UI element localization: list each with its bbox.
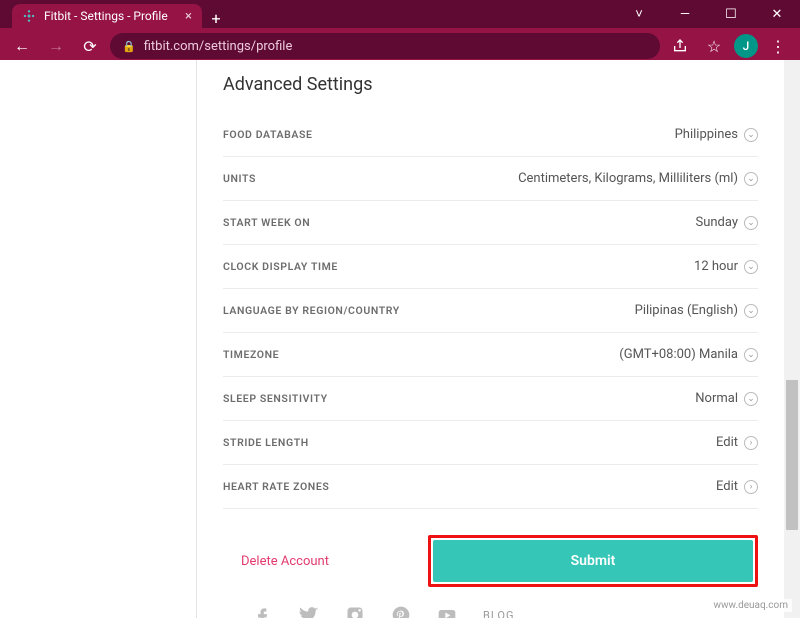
setting-row-heart-rate-zones[interactable]: HEART RATE ZONES Edit ›: [223, 465, 758, 509]
setting-label: LANGUAGE BY REGION/COUNTRY: [223, 304, 400, 317]
menu-icon[interactable]: ⋮: [764, 32, 792, 60]
scrollbar-thumb[interactable]: [786, 380, 798, 530]
setting-value: Edit: [716, 435, 738, 450]
window-maximize-button[interactable]: ☐: [708, 0, 754, 28]
setting-row-units[interactable]: UNITS Centimeters, Kilograms, Milliliter…: [223, 157, 758, 201]
setting-row-food-database[interactable]: FOOD DATABASE Philippines ⌄: [223, 113, 758, 157]
chevron-down-icon: ⌄: [744, 304, 758, 318]
setting-label: FOOD DATABASE: [223, 128, 313, 141]
submit-button[interactable]: Submit: [433, 540, 753, 582]
back-button[interactable]: ←: [8, 32, 36, 60]
setting-value: Philippines: [675, 127, 738, 142]
youtube-icon[interactable]: [437, 605, 457, 618]
setting-label: SLEEP SENSITIVITY: [223, 392, 328, 405]
page-viewport: Advanced Settings FOOD DATABASE Philippi…: [0, 60, 800, 618]
profile-avatar[interactable]: J: [734, 34, 758, 58]
setting-value: Centimeters, Kilograms, Milliliters (ml): [518, 171, 738, 186]
scrollbar[interactable]: [784, 60, 800, 618]
watermark: www.deuaq.com: [710, 599, 793, 612]
reload-button[interactable]: ⟳: [76, 32, 104, 60]
chevron-down-icon: ⌄: [744, 128, 758, 142]
section-heading: Advanced Settings: [223, 74, 758, 95]
tab-title: Fitbit - Settings - Profile: [44, 9, 168, 23]
setting-row-clock-display[interactable]: CLOCK DISPLAY TIME 12 hour ⌄: [223, 245, 758, 289]
chevron-down-icon: ⌄: [744, 172, 758, 186]
setting-row-stride-length[interactable]: STRIDE LENGTH Edit ›: [223, 421, 758, 465]
delete-account-link[interactable]: Delete Account: [223, 544, 347, 579]
setting-label: STRIDE LENGTH: [223, 436, 309, 449]
setting-label: HEART RATE ZONES: [223, 480, 329, 493]
facebook-icon[interactable]: [253, 605, 273, 618]
browser-toolbar: ← → ⟳ 🔒 fitbit.com/settings/profile ☆ J …: [0, 28, 800, 64]
setting-value: 12 hour: [694, 259, 738, 274]
pinterest-icon[interactable]: [391, 605, 411, 618]
lock-icon: 🔒: [122, 40, 136, 53]
setting-row-language[interactable]: LANGUAGE BY REGION/COUNTRY Pilipinas (En…: [223, 289, 758, 333]
setting-row-start-week[interactable]: START WEEK ON Sunday ⌄: [223, 201, 758, 245]
actions-row: Delete Account Submit: [223, 535, 758, 587]
share-icon[interactable]: [666, 32, 694, 60]
setting-label: TIMEZONE: [223, 348, 279, 361]
setting-row-sleep-sensitivity[interactable]: SLEEP SENSITIVITY Normal ⌄: [223, 377, 758, 421]
chevron-right-icon: ›: [744, 436, 758, 450]
chevron-down-icon: ⌄: [744, 260, 758, 274]
forward-button[interactable]: →: [42, 32, 70, 60]
new-tab-button[interactable]: +: [202, 4, 230, 32]
chevron-down-icon: ⌄: [744, 216, 758, 230]
setting-label: START WEEK ON: [223, 216, 310, 229]
blog-link[interactable]: BLOG: [483, 609, 515, 618]
social-footer: BLOG: [223, 587, 758, 618]
setting-row-timezone[interactable]: TIMEZONE (GMT+08:00) Manila ⌄: [223, 333, 758, 377]
setting-label: CLOCK DISPLAY TIME: [223, 260, 338, 273]
instagram-icon[interactable]: [345, 605, 365, 618]
address-bar[interactable]: 🔒 fitbit.com/settings/profile: [110, 33, 660, 59]
fitbit-favicon-icon: [22, 9, 36, 23]
setting-value: Pilipinas (English): [635, 303, 738, 318]
submit-highlight: Submit: [428, 535, 758, 587]
window-minimize-button[interactable]: —: [662, 0, 708, 28]
url-text: fitbit.com/settings/profile: [144, 39, 293, 54]
setting-value: (GMT+08:00) Manila: [619, 347, 738, 362]
bookmark-icon[interactable]: ☆: [700, 32, 728, 60]
tab-close-icon[interactable]: ×: [185, 9, 192, 24]
browser-tab[interactable]: Fitbit - Settings - Profile ×: [12, 4, 202, 28]
setting-value: Sunday: [695, 215, 738, 230]
chevron-right-icon: ›: [744, 480, 758, 494]
setting-value: Edit: [716, 479, 738, 494]
window-close-button[interactable]: ✕: [754, 0, 800, 28]
chevron-down-icon: ⌄: [744, 348, 758, 362]
settings-panel: Advanced Settings FOOD DATABASE Philippi…: [197, 60, 784, 618]
setting-label: UNITS: [223, 172, 256, 185]
window-dropdown-icon[interactable]: ˅: [616, 0, 662, 28]
setting-value: Normal: [695, 391, 738, 406]
left-gutter: [0, 60, 197, 618]
chevron-down-icon: ⌄: [744, 392, 758, 406]
twitter-icon[interactable]: [299, 605, 319, 618]
